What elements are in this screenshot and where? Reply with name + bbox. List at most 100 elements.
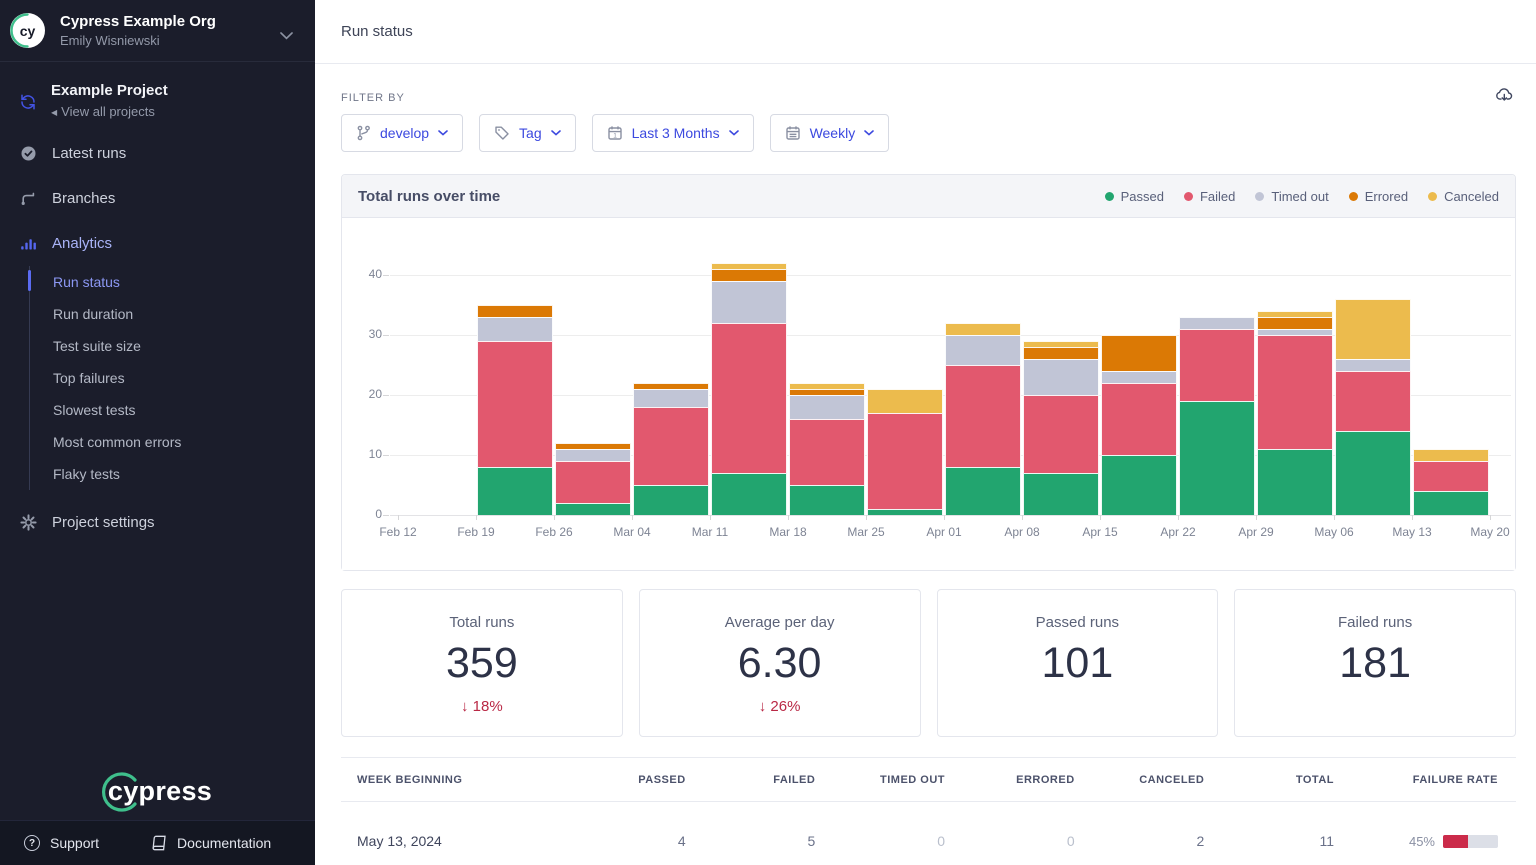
documentation-link[interactable]: Documentation — [151, 835, 271, 851]
sidebar-item-slowest-tests[interactable]: Slowest tests — [53, 394, 315, 426]
sidebar-item-run-status[interactable]: Run status — [53, 266, 315, 298]
bar-segment-failed[interactable] — [477, 341, 553, 467]
sidebar-item-run-duration[interactable]: Run duration — [53, 298, 315, 330]
bar-segment-errored[interactable] — [711, 269, 787, 281]
bar-segment-failed[interactable] — [1257, 335, 1333, 449]
bar-may-13 — [1413, 449, 1489, 515]
sidebar-item-branches[interactable]: Branches — [0, 176, 315, 221]
bar-segment-failed[interactable] — [1335, 371, 1411, 431]
bar-segment-failed[interactable] — [1413, 461, 1489, 491]
bar-segment-passed[interactable] — [867, 509, 943, 515]
y-tick — [383, 335, 389, 336]
bar-segment-canceled[interactable] — [867, 389, 943, 413]
gear-icon — [20, 514, 37, 531]
bar-segment-passed[interactable] — [477, 467, 553, 515]
gridline — [390, 275, 1511, 276]
bar-segment-canceled[interactable] — [1413, 449, 1489, 461]
bar-segment-failed[interactable] — [945, 365, 1021, 467]
filter-by-label: FILTER BY — [341, 64, 1516, 104]
chevron-down-icon — [438, 130, 448, 136]
bar-mar-25 — [867, 389, 943, 515]
bar-segment-errored[interactable] — [1023, 347, 1099, 359]
x-tick — [1334, 515, 1335, 520]
bar-segment-failed[interactable] — [1023, 395, 1099, 473]
bar-segment-passed[interactable] — [945, 467, 1021, 515]
download-button[interactable] — [1495, 86, 1514, 106]
bar-segment-passed[interactable] — [789, 485, 865, 515]
bar-segment-passed[interactable] — [633, 485, 709, 515]
bar-segment-timed-out[interactable] — [945, 335, 1021, 365]
sidebar-item-most-common-errors[interactable]: Most common errors — [53, 426, 315, 458]
support-link[interactable]: ? Support — [24, 835, 99, 851]
x-tick — [1256, 515, 1257, 520]
panel-header: Total runs over time PassedFailedTimed o… — [342, 175, 1515, 218]
bar-segment-errored[interactable] — [1101, 335, 1177, 371]
x-axis-label: Apr 15 — [1082, 525, 1117, 539]
bar-segment-failed[interactable] — [1101, 383, 1177, 455]
bar-segment-timed-out[interactable] — [711, 281, 787, 323]
bar-segment-passed[interactable] — [1023, 473, 1099, 515]
bar-segment-passed[interactable] — [555, 503, 631, 515]
bar-segment-failed[interactable] — [1179, 329, 1255, 401]
bar-segment-canceled[interactable] — [945, 323, 1021, 335]
bar-chart-icon — [20, 235, 37, 252]
sidebar-item-top-failures[interactable]: Top failures — [53, 362, 315, 394]
bar-segment-passed[interactable] — [1101, 455, 1177, 515]
bar-segment-timed-out[interactable] — [555, 449, 631, 461]
cypress-ring-icon — [9, 12, 46, 49]
legend-label: Timed out — [1271, 189, 1328, 204]
date-range-filter-button[interactable]: 1 Last 3 Months — [592, 114, 754, 152]
bar-segment-timed-out[interactable] — [1023, 359, 1099, 395]
bar-segment-passed[interactable] — [1179, 401, 1255, 515]
x-tick — [1490, 515, 1491, 520]
bar-segment-passed[interactable] — [1413, 491, 1489, 515]
bar-segment-timed-out[interactable] — [1335, 359, 1411, 371]
main-content: Run status FILTER BY develop — [315, 0, 1536, 865]
bar-segment-errored[interactable] — [1257, 317, 1333, 329]
org-switcher[interactable]: cy Cypress Example Org Emily Wisniewski — [0, 0, 315, 62]
x-tick — [554, 515, 555, 520]
filter-row: develop Tag 1 Last — [341, 114, 1516, 152]
bar-segment-failed[interactable] — [555, 461, 631, 503]
x-tick — [398, 515, 399, 520]
x-tick — [1412, 515, 1413, 520]
cloud-download-icon — [1495, 86, 1514, 103]
bar-segment-passed[interactable] — [1335, 431, 1411, 515]
bar-segment-passed[interactable] — [711, 473, 787, 515]
run-status-chart: 010203040Feb 12Feb 19Feb 26Mar 04Mar 11M… — [342, 218, 1515, 570]
bar-segment-passed[interactable] — [1257, 449, 1333, 515]
stat-value: 359 — [342, 640, 622, 687]
bar-segment-failed[interactable] — [789, 419, 865, 485]
interval-filter-button[interactable]: Weekly — [770, 114, 890, 152]
refresh-icon — [20, 82, 36, 119]
bar-mar-04 — [633, 383, 709, 515]
tag-filter-button[interactable]: Tag — [479, 114, 576, 152]
bar-apr-08 — [1023, 341, 1099, 515]
git-branch-icon — [356, 125, 371, 141]
book-icon — [151, 835, 167, 851]
bar-segment-canceled[interactable] — [1335, 299, 1411, 359]
bar-segment-errored[interactable] — [477, 305, 553, 317]
bar-segment-timed-out[interactable] — [477, 317, 553, 341]
stat-label: Average per day — [640, 614, 920, 631]
column-header-timed-out: TIMED OUT — [815, 774, 945, 786]
org-avatar: cy — [10, 13, 45, 48]
bar-segment-timed-out[interactable] — [1179, 317, 1255, 329]
sidebar-item-project-settings[interactable]: Project settings — [0, 500, 315, 545]
bar-segment-failed[interactable] — [867, 413, 943, 509]
x-axis-label: May 06 — [1314, 525, 1353, 539]
sidebar-item-latest-runs[interactable]: Latest runs — [0, 131, 315, 176]
bar-segment-failed[interactable] — [633, 407, 709, 485]
sidebar-item-analytics[interactable]: Analytics — [0, 221, 315, 266]
view-all-projects-link[interactable]: ◀View all projects — [51, 104, 168, 119]
bar-segment-timed-out[interactable] — [789, 395, 865, 419]
column-header-week-beginning: WEEK BEGINNING — [357, 774, 556, 786]
sidebar-item-flaky-tests[interactable]: Flaky tests — [53, 458, 315, 490]
bar-segment-failed[interactable] — [711, 323, 787, 473]
sidebar-item-test-suite-size[interactable]: Test suite size — [53, 330, 315, 362]
bar-segment-timed-out[interactable] — [1101, 371, 1177, 383]
x-axis-label: Apr 22 — [1160, 525, 1195, 539]
bar-segment-timed-out[interactable] — [633, 389, 709, 407]
cell-total: 11 — [1204, 833, 1334, 849]
branch-filter-button[interactable]: develop — [341, 114, 463, 152]
